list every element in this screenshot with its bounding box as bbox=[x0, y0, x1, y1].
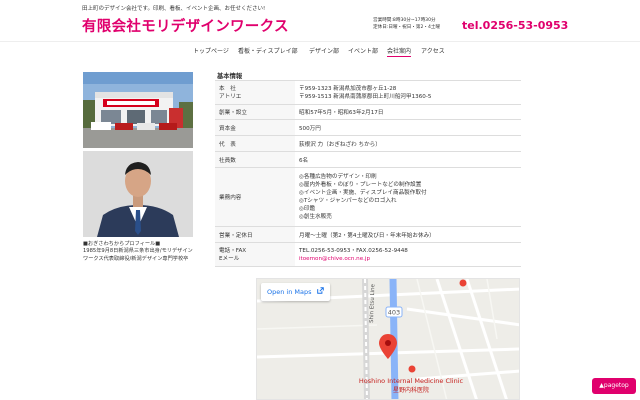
value-employees: 6名 bbox=[295, 151, 521, 168]
row-value: TEL.0256-53-0953・FAX.0256-52-9448 itoemo… bbox=[295, 242, 521, 267]
row-key: 代 表 bbox=[215, 135, 295, 152]
poi-top-icon[interactable] bbox=[459, 279, 467, 287]
row-value: 〒959-1323 新潟県加茂市郡ヶ丘1-28 〒959-1513 新潟県南蒲原… bbox=[295, 80, 521, 105]
value-atelier-address: 〒959-1513 新潟県南蒲原郡田上町川船河甲1360-5 bbox=[299, 93, 432, 100]
key-head-office: 本 社 bbox=[219, 85, 236, 92]
header-tagline: 田上町のデザイン会社です。印刷、看板、イベント企画、お任せください! bbox=[82, 6, 266, 12]
nav-item-company[interactable]: 会社案内 bbox=[387, 46, 412, 57]
value-tel-fax: TEL.0256-53-0953・FAX.0256-52-9448 bbox=[299, 247, 408, 254]
value-business-list: ◎各種広告物のデザイン・印刷 ◎屋内外看板・のぼり・プレートなどの制作設置 ◎イ… bbox=[295, 167, 521, 227]
phone-number[interactable]: tel.0256-53-0953 bbox=[462, 19, 568, 32]
nav-item-access[interactable]: アクセス bbox=[421, 46, 445, 55]
open-in-maps-label: Open in Maps bbox=[267, 288, 312, 296]
value-founded: 昭和57年5月・昭和63年2月17日 bbox=[295, 104, 521, 120]
nav-item-signs-display[interactable]: 看板・ディスプレイ部 bbox=[238, 46, 298, 55]
route-number-label: 403 bbox=[388, 309, 400, 317]
business-item: ◎Tシャツ・ジャンパーなどのロゴ入れ bbox=[299, 198, 397, 204]
row-key: 業務内容 bbox=[215, 167, 295, 227]
business-item: ◎創生水販売 bbox=[299, 214, 332, 220]
table-row: 電話・FAX Eメール TEL.0256-53-0953・FAX.0256-52… bbox=[215, 242, 521, 267]
table-row: 創業・設立 昭和57年5月・昭和63年2月17日 bbox=[215, 104, 521, 120]
table-row: 社員数 6名 bbox=[215, 151, 521, 168]
table-row: 営業・定休日 月曜～土曜（第2・第4土曜及び日・年末年始お休み） bbox=[215, 226, 521, 243]
access-map[interactable]: 403 Shin Etsu Line Hoshino Internal Medi… bbox=[256, 278, 520, 400]
row-key: 営業・定休日 bbox=[215, 226, 295, 243]
email-link[interactable]: itoemon@chive.ocn.ne.jp bbox=[299, 255, 517, 263]
clinic-name-ja: 星野内科医院 bbox=[393, 386, 429, 394]
row-key: 創業・設立 bbox=[215, 104, 295, 120]
key-atelier: アトリエ bbox=[219, 93, 242, 100]
value-head-office-address: 〒959-1323 新潟県加茂市郡ヶ丘1-28 bbox=[299, 85, 397, 92]
value-representative: 荻根沢 力（おぎねざわ ちから） bbox=[295, 135, 521, 152]
nav-item-events[interactable]: イベント部 bbox=[348, 46, 378, 55]
business-item: ◎イベント企画・実施、ディスプレイ商品製作取付 bbox=[299, 190, 427, 196]
site-title-link[interactable]: 有限会社モリデザインワークス bbox=[82, 15, 289, 36]
business-item: ◎各種広告物のデザイン・印刷 bbox=[299, 174, 377, 180]
external-link-icon bbox=[316, 283, 324, 301]
pagetop-button[interactable]: ▲pagetop bbox=[592, 378, 636, 394]
key-tel-fax: 電話・FAX bbox=[219, 247, 247, 254]
basic-info-heading: 基本情報 bbox=[217, 73, 243, 80]
row-key: 電話・FAX Eメール bbox=[215, 242, 295, 267]
profile-caption-body: 1985年9月8日新潟県三条市出身/モリデザインワークス代表取締役/新潟デザイン… bbox=[83, 248, 193, 262]
nav-item-top[interactable]: トップページ bbox=[193, 46, 229, 55]
profile-caption: ■おぎさわちからプロフィール■ 1985年9月8日新潟県三条市出身/モリデザイン… bbox=[83, 241, 195, 263]
business-hours: 営業時間:8時30分~17時30分 定休日:日曜・祝日・第2・4土曜 bbox=[373, 17, 440, 31]
business-item: ◎印鑑 bbox=[299, 206, 316, 212]
open-in-maps-button[interactable]: Open in Maps bbox=[261, 283, 330, 301]
key-email: Eメール bbox=[219, 255, 240, 262]
value-business-days: 月曜～土曜（第2・第4土曜及び日・年末年始お休み） bbox=[295, 226, 521, 243]
company-building-photo bbox=[83, 72, 193, 148]
table-row: 本 社 アトリエ 〒959-1323 新潟県加茂市郡ヶ丘1-28 〒959-15… bbox=[215, 80, 521, 105]
table-row: 代 表 荻根沢 力（おぎねざわ ちから） bbox=[215, 135, 521, 152]
clinic-poi-icon[interactable] bbox=[408, 365, 416, 373]
nav-item-design[interactable]: デザイン部 bbox=[309, 46, 339, 55]
row-key: 資本金 bbox=[215, 119, 295, 136]
value-capital: 500万円 bbox=[295, 119, 521, 136]
table-row: 業務内容 ◎各種広告物のデザイン・印刷 ◎屋内外看板・のぼり・プレートなどの制作… bbox=[215, 167, 521, 227]
company-info-table: 本 社 アトリエ 〒959-1323 新潟県加茂市郡ヶ丘1-28 〒959-15… bbox=[215, 80, 521, 267]
site-header: 田上町のデザイン会社です。印刷、看板、イベント企画、お任せください! 有限会社モ… bbox=[0, 0, 640, 42]
row-key: 本 社 アトリエ bbox=[215, 80, 295, 105]
hours-line: 営業時間:8時30分~17時30分 bbox=[373, 18, 436, 23]
business-item: ◎屋内外看板・のぼり・プレートなどの制作設置 bbox=[299, 182, 422, 188]
row-key: 社員数 bbox=[215, 151, 295, 168]
main-nav: トップページ 看板・ディスプレイ部 デザイン部 イベント部 会社案内 アクセス bbox=[0, 44, 640, 58]
table-row: 資本金 500万円 bbox=[215, 119, 521, 136]
closed-days-line: 定休日:日曜・祝日・第2・4土曜 bbox=[373, 25, 441, 30]
clinic-name-en: Hoshino Internal Medicine Clinic bbox=[359, 377, 464, 385]
representative-photo bbox=[83, 151, 193, 237]
